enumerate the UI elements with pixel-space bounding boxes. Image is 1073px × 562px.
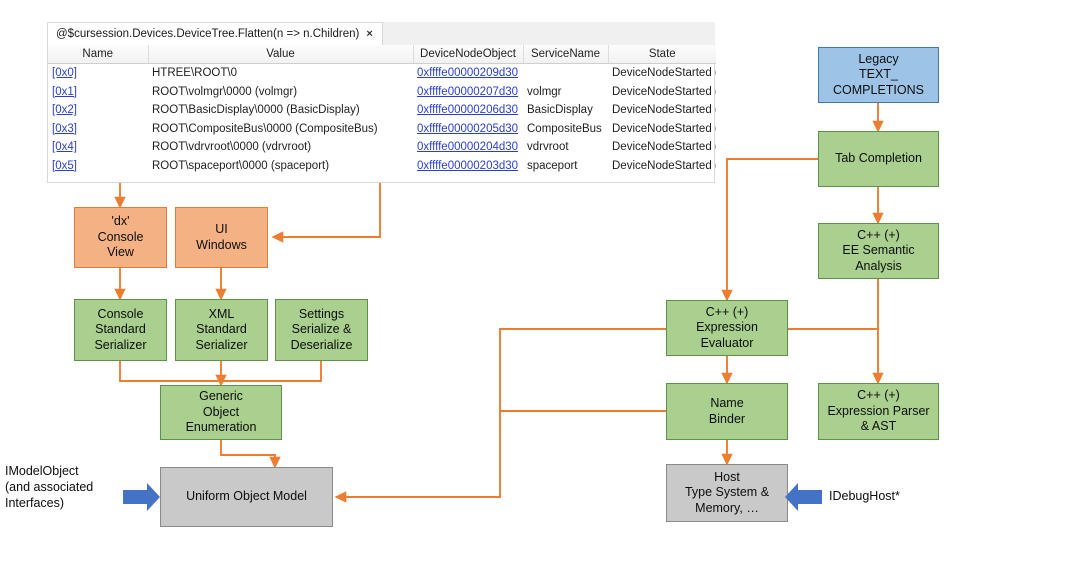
label-imodelobject-text: IModelObject (and associated Interfaces) [5,464,94,510]
node-tab-completion-label: Tab Completion [835,151,922,166]
node-console-standard-serializer[interactable]: Console Standard Serializer [74,299,167,361]
node-name-binder-label: Name Binder [708,396,746,426]
node-uniform-object-model-label: Uniform Object Model [186,489,307,504]
label-imodelobject: IModelObject (and associated Interfaces) [5,463,125,511]
node-host-type-system-label: Host Type System & Memory, … [684,469,770,515]
node-ui-windows-label: UI Windows [196,222,247,252]
node-generic-object-enumeration-label: Generic Object Enumeration [185,389,257,435]
node-dx-console-view[interactable]: 'dx' Console View [74,207,167,268]
label-idebughost-text: IDebugHost* [829,489,900,503]
node-ui-windows[interactable]: UI Windows [175,207,268,268]
node-settings-serialize-deserialize-label: Settings Serialize & Deserialize [290,306,353,352]
imodelobject-arrow-icon [123,483,160,511]
node-xml-standard-serializer-label: XML Standard Serializer [195,306,248,352]
node-tab-completion[interactable]: Tab Completion [818,131,939,187]
node-dx-console-view-label: 'dx' Console View [97,214,144,260]
node-expression-parser-ast[interactable]: C++ (+) Expression Parser & AST [818,383,939,440]
node-expression-parser-ast-label: C++ (+) Expression Parser & AST [827,388,930,434]
node-generic-object-enumeration[interactable]: Generic Object Enumeration [160,385,282,440]
node-settings-serialize-deserialize[interactable]: Settings Serialize & Deserialize [275,299,368,361]
node-xml-standard-serializer[interactable]: XML Standard Serializer [175,299,268,361]
node-expression-evaluator-label: C++ (+) Expression Evaluator [696,304,758,350]
idebughost-arrow-icon [785,483,822,511]
node-host-type-system[interactable]: Host Type System & Memory, … [666,464,788,522]
node-legacy-text-completions[interactable]: Legacy TEXT_ COMPLETIONS [818,47,939,103]
node-uniform-object-model[interactable]: Uniform Object Model [160,467,333,527]
node-console-standard-serializer-label: Console Standard Serializer [94,306,147,352]
node-name-binder[interactable]: Name Binder [666,383,788,440]
node-ee-semantic-analysis-label: C++ (+) EE Semantic Analysis [842,227,915,273]
architecture-diagram: 'dx' Console View UI Windows Console Standar… [0,0,1073,562]
node-expression-evaluator[interactable]: C++ (+) Expression Evaluator [666,300,788,356]
node-legacy-text-completions-label: Legacy TEXT_ COMPLETIONS [833,51,924,97]
node-ee-semantic-analysis[interactable]: C++ (+) EE Semantic Analysis [818,223,939,279]
label-idebughost: IDebugHost* [829,488,989,504]
